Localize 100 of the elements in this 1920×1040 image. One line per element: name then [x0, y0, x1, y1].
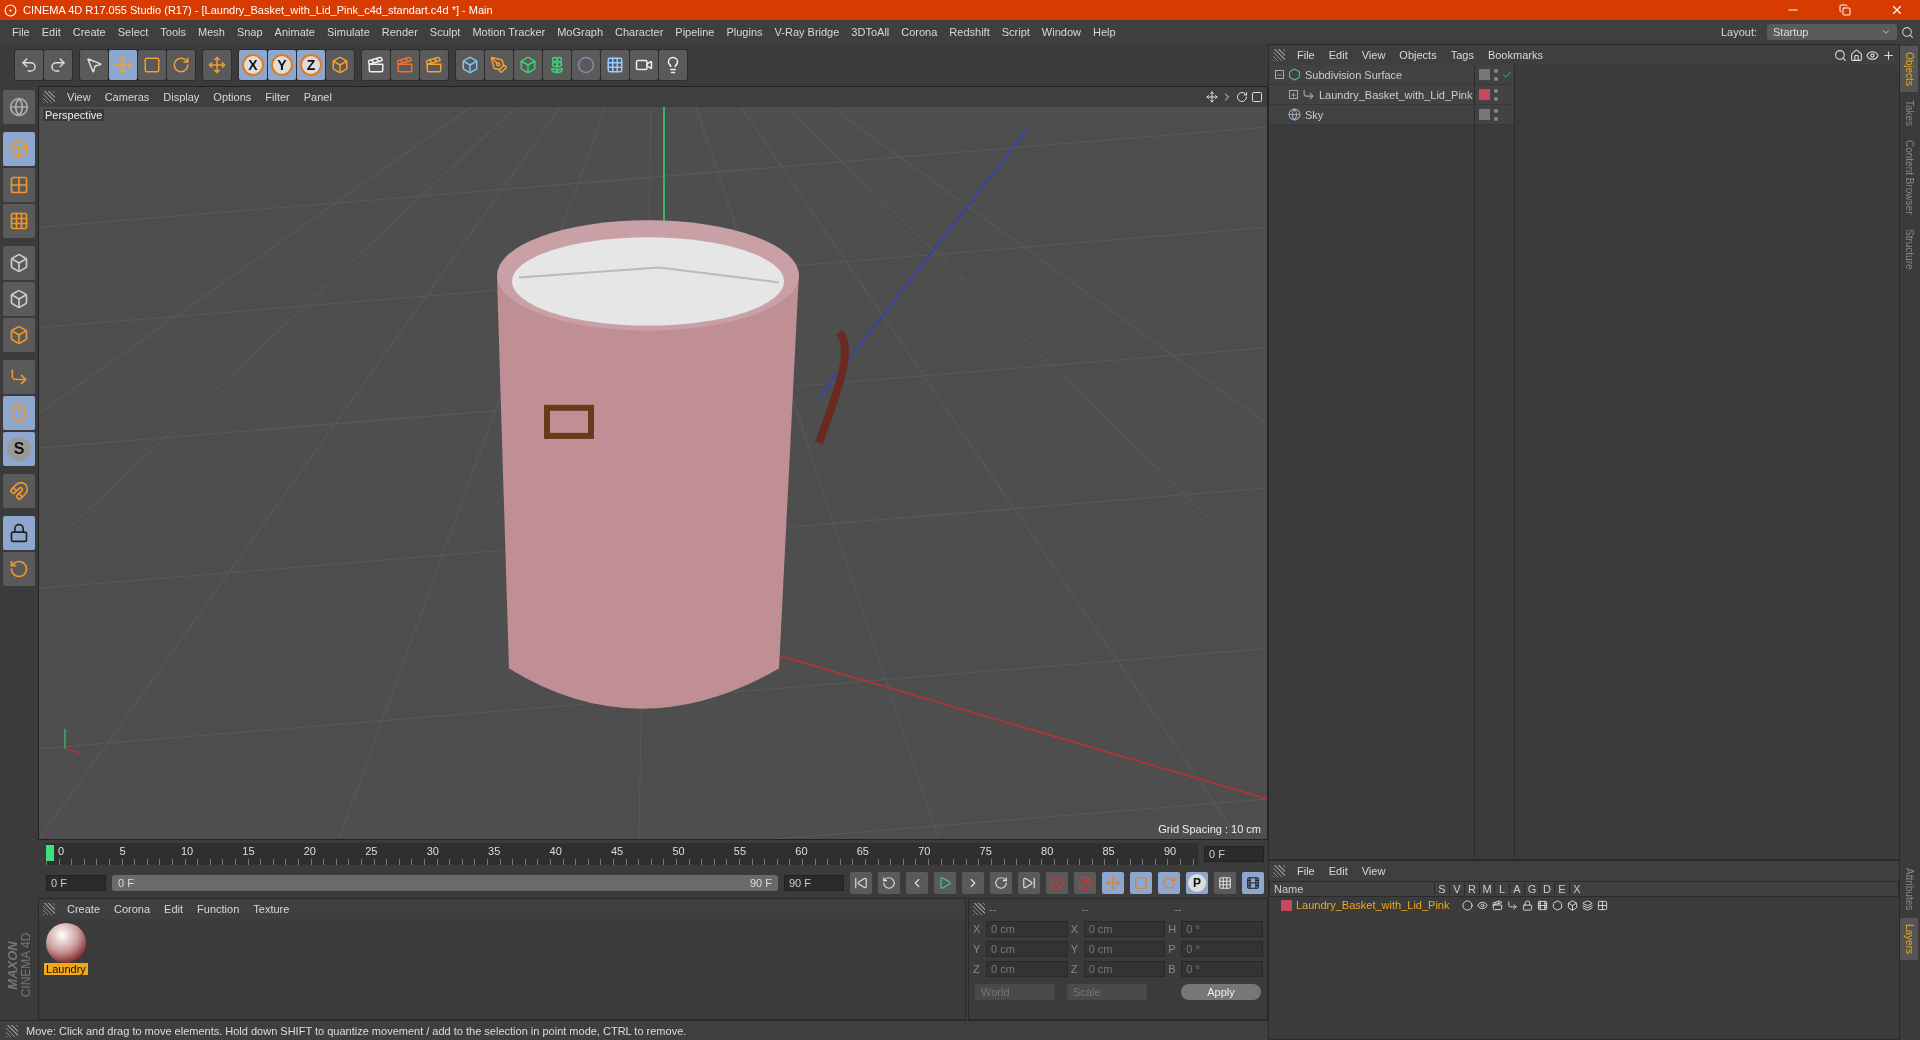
select-tool-button[interactable]: [80, 50, 108, 80]
start-frame-field[interactable]: 0 F: [46, 875, 106, 891]
menu-item[interactable]: Corona: [895, 26, 944, 38]
key-parameter-button[interactable]: P: [1188, 874, 1206, 892]
menu-item[interactable]: Help: [1086, 26, 1122, 38]
material-preview[interactable]: [46, 923, 86, 963]
menu-item[interactable]: Create: [66, 26, 112, 38]
menu-item[interactable]: File: [6, 26, 36, 38]
preview-range-bar[interactable]: 0 F 90 F: [112, 875, 778, 891]
axis-lock-button[interactable]: X: [242, 54, 264, 76]
menu-item[interactable]: View: [1355, 865, 1392, 877]
menu-item[interactable]: Pipeline: [669, 26, 721, 38]
magnet-button[interactable]: [3, 474, 35, 508]
menu-item[interactable]: Snap: [230, 26, 269, 38]
make-editable-button[interactable]: [3, 90, 35, 124]
visibility-dots[interactable]: [1494, 68, 1498, 81]
menu-item[interactable]: Cameras: [98, 91, 156, 103]
panel-grip[interactable]: [1273, 49, 1285, 61]
menu-item[interactable]: V-Ray Bridge: [768, 26, 846, 38]
deformer-button[interactable]: [572, 50, 600, 80]
menu-item[interactable]: Filter: [259, 91, 296, 103]
menu-item[interactable]: Edit: [1322, 49, 1354, 61]
menu-item[interactable]: File: [1291, 865, 1321, 877]
menu-item[interactable]: View: [1355, 49, 1392, 61]
menu-item[interactable]: Animate: [268, 26, 321, 38]
menu-item[interactable]: Tags: [1444, 49, 1480, 61]
menu-item[interactable]: View: [61, 91, 97, 103]
workplane-mode-button[interactable]: [3, 204, 35, 238]
menu-item[interactable]: Create: [61, 903, 107, 915]
cube-button[interactable]: [456, 50, 484, 80]
render-settings-button[interactable]: [420, 50, 448, 80]
menu-item[interactable]: Redshift: [943, 26, 996, 38]
timeline-ruler[interactable]: 0 5 10 15 20 25 30 35 40 45 50 55 60 65 70 75 80 85 90: [46, 843, 1198, 865]
next-key-button[interactable]: [990, 872, 1012, 894]
render-view-button[interactable]: [362, 50, 390, 80]
menu-item[interactable]: 3DToAll: [845, 26, 896, 38]
panel-grip[interactable]: [6, 1024, 18, 1037]
apply-button[interactable]: Apply: [1181, 984, 1261, 1000]
floor-button[interactable]: [601, 50, 629, 80]
end-frame-field[interactable]: 90 F: [784, 875, 844, 891]
workplane-align-button[interactable]: [3, 552, 35, 586]
menu-item[interactable]: Motion Tracker: [466, 26, 552, 38]
viewport-3d[interactable]: Perspective Grid Spacing : 10 cm: [39, 107, 1267, 839]
menu-item[interactable]: Bookmarks: [1481, 49, 1549, 61]
menu-item[interactable]: Display: [157, 91, 206, 103]
menu-item[interactable]: Mesh: [192, 26, 231, 38]
pen-button[interactable]: [485, 50, 513, 80]
previous-key-button[interactable]: [878, 872, 900, 894]
menu-item[interactable]: Corona: [108, 903, 157, 915]
camera-button[interactable]: [630, 50, 658, 80]
go-to-start-button[interactable]: [850, 872, 872, 894]
menu-item[interactable]: Panel: [297, 91, 338, 103]
side-tab[interactable]: Objects: [1900, 46, 1918, 92]
menu-item[interactable]: Objects: [1393, 49, 1443, 61]
menu-item[interactable]: Texture: [247, 903, 296, 915]
subdivision-button[interactable]: [514, 50, 542, 80]
axis-mode-button[interactable]: [3, 360, 35, 394]
layer-name[interactable]: Laundry_Basket_with_Lid_Pink: [1296, 899, 1450, 911]
menu-item[interactable]: File: [1291, 49, 1321, 61]
layout-dropdown[interactable]: Startup: [1767, 24, 1897, 40]
axis-lock-button[interactable]: Y: [271, 54, 293, 76]
enabled-check-icon[interactable]: [1502, 69, 1512, 80]
help-button[interactable]: [1074, 872, 1096, 894]
record-button[interactable]: [1046, 872, 1068, 894]
menu-item[interactable]: Edit: [158, 903, 190, 915]
menu-item[interactable]: Function: [191, 903, 246, 915]
previous-frame-button[interactable]: [906, 872, 928, 894]
go-to-end-button[interactable]: [1018, 872, 1040, 894]
menu-item[interactable]: Options: [207, 91, 258, 103]
visibility-dots[interactable]: [1494, 108, 1498, 121]
cloner-button[interactable]: [543, 50, 571, 80]
next-frame-button[interactable]: [962, 872, 984, 894]
menu-item[interactable]: Character: [609, 26, 670, 38]
visibility-dots[interactable]: [1494, 88, 1498, 101]
menu-item[interactable]: Tools: [154, 26, 192, 38]
layer-color-swatch[interactable]: [1479, 89, 1490, 100]
panel-grip[interactable]: [1273, 865, 1285, 877]
light-button[interactable]: [659, 50, 687, 80]
key-points-button[interactable]: [1214, 872, 1236, 894]
current-frame-field[interactable]: 0 F: [1204, 846, 1264, 862]
undo-button[interactable]: [15, 50, 43, 80]
menu-item[interactable]: Edit: [35, 26, 67, 38]
menu-item[interactable]: Select: [111, 26, 155, 38]
material-name[interactable]: Laundry: [44, 963, 88, 975]
panel-grip[interactable]: [43, 903, 55, 915]
polygons-mode-button[interactable]: [3, 318, 35, 352]
menu-item[interactable]: MoGraph: [551, 26, 610, 38]
menu-item[interactable]: Script: [995, 26, 1036, 38]
menu-item[interactable]: Simulate: [320, 26, 376, 38]
side-tab[interactable]: Layers: [1900, 918, 1918, 961]
play-button[interactable]: [934, 872, 956, 894]
rotate-tool-button[interactable]: [167, 50, 195, 80]
points-mode-button[interactable]: [3, 246, 35, 280]
edges-mode-button[interactable]: [3, 282, 35, 316]
object-name[interactable]: Sky: [1305, 108, 1324, 121]
tree-expander[interactable]: [1275, 70, 1284, 79]
coordinate-system-button[interactable]: [326, 50, 354, 80]
menu-item[interactable]: Edit: [1322, 865, 1354, 877]
transform-tool-button[interactable]: [203, 50, 231, 80]
menu-item[interactable]: Sculpt: [423, 26, 467, 38]
